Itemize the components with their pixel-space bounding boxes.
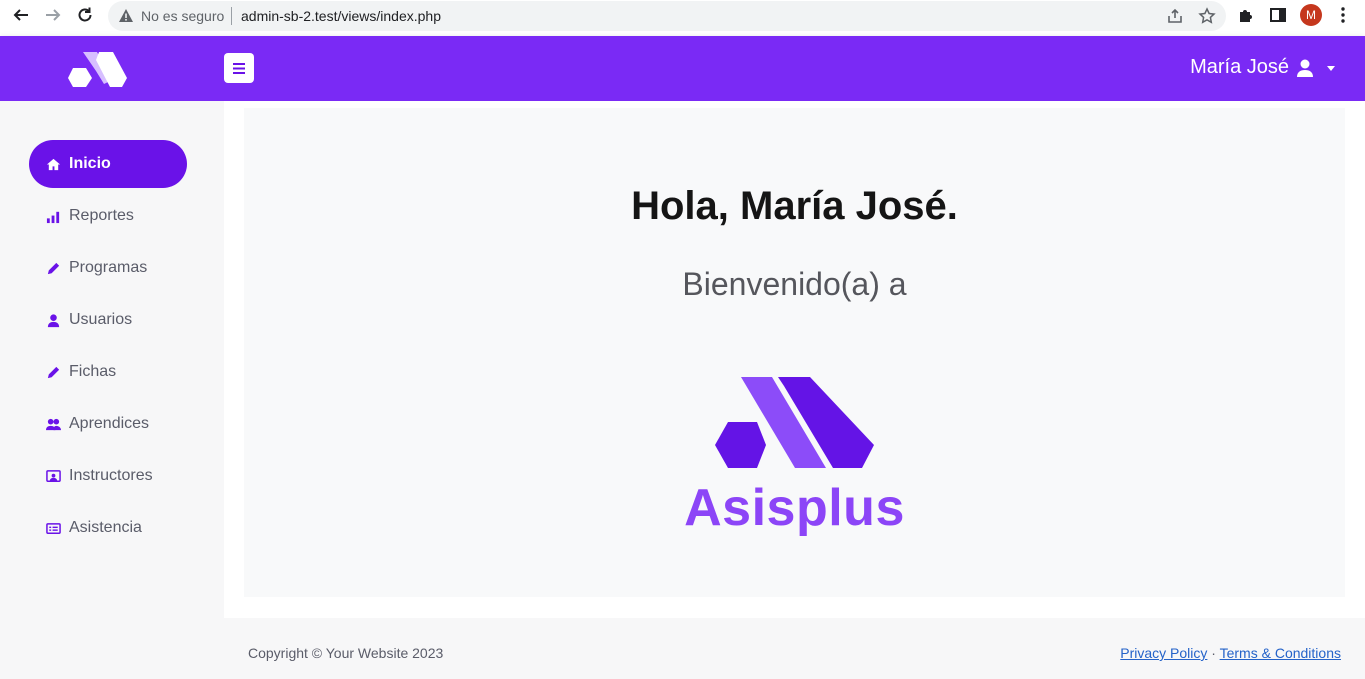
- security-label[interactable]: No es seguro: [141, 8, 224, 24]
- puzzle-icon: [1240, 10, 1252, 22]
- pencil-icon: [45, 364, 61, 380]
- user-icon: [1297, 59, 1313, 77]
- sidebar-item-label: Programas: [69, 259, 148, 276]
- sidebar-item-label: Instructores: [69, 467, 153, 484]
- url-text[interactable]: admin-sb-2.test/views/index.php: [241, 8, 441, 24]
- back-button[interactable]: [10, 4, 32, 26]
- omnibox-separator: [231, 7, 232, 25]
- share-icon[interactable]: [1166, 7, 1184, 25]
- sidebar-item-instructores[interactable]: Instructores: [29, 452, 187, 500]
- side-panel-button[interactable]: [1268, 5, 1288, 25]
- privacy-policy-link[interactable]: Privacy Policy: [1120, 645, 1207, 661]
- sidebar-item-label: Reportes: [69, 207, 134, 224]
- home-icon: [45, 156, 61, 172]
- copyright-text: Copyright © Your Website 2023: [248, 645, 444, 661]
- menu-bars-icon: [233, 62, 245, 74]
- sidebar: Inicio Reportes Programas Usuarios Ficha…: [0, 101, 224, 679]
- side-panel-icon: [1270, 8, 1286, 22]
- sidebar-item-programas[interactable]: Programas: [29, 244, 187, 292]
- browser-toolbar: No es seguro admin-sb-2.test/views/index…: [0, 0, 1365, 36]
- pencil-icon: [45, 260, 61, 276]
- browser-menu-button[interactable]: [1333, 5, 1353, 25]
- user-name: María José: [1190, 56, 1289, 78]
- sidebar-item-label: Asistencia: [69, 519, 142, 536]
- footer: Copyright © Your Website 2023 Privacy Po…: [224, 618, 1365, 679]
- brand-name: Asisplus: [684, 479, 905, 537]
- arrow-left-icon: [13, 9, 28, 21]
- greeting-heading: Hola, María José.: [631, 184, 958, 228]
- bookmark-star-icon[interactable]: [1198, 7, 1216, 25]
- profile-avatar[interactable]: M: [1300, 4, 1322, 26]
- footer-separator: ·: [1211, 645, 1216, 661]
- extensions-button[interactable]: [1236, 5, 1256, 25]
- arrow-right-icon: [46, 9, 61, 21]
- welcome-text: Bienvenido(a) a: [682, 266, 907, 302]
- kebab-menu-icon: [1341, 7, 1345, 23]
- user-icon: [45, 312, 61, 328]
- id-card-icon: [45, 520, 61, 536]
- sidebar-item-asistencia[interactable]: Asistencia: [29, 504, 187, 552]
- topbar: María José: [0, 36, 1365, 101]
- forward-button[interactable]: [42, 4, 64, 26]
- footer-links: Privacy Policy · Terms & Conditions: [1120, 645, 1341, 661]
- sidebar-item-fichas[interactable]: Fichas: [29, 348, 187, 396]
- sidebar-item-usuarios[interactable]: Usuarios: [29, 296, 187, 344]
- sidebar-item-label: Aprendices: [69, 415, 150, 432]
- sidebar-item-reportes[interactable]: Reportes: [29, 192, 187, 240]
- welcome-card: Hola, María José. Bienvenido(a) a Asispl…: [244, 108, 1345, 597]
- reload-icon: [78, 7, 92, 22]
- address-bar[interactable]: No es seguro admin-sb-2.test/views/index…: [108, 1, 1226, 31]
- users-icon: [45, 416, 61, 432]
- brand-logo[interactable]: [66, 51, 128, 87]
- sidebar-item-aprendices[interactable]: Aprendices: [29, 400, 187, 448]
- sidebar-item-label: Fichas: [69, 363, 117, 380]
- terms-link[interactable]: Terms & Conditions: [1220, 645, 1341, 661]
- sidebar-item-label: Inicio: [69, 155, 111, 172]
- sidebar-item-label: Usuarios: [69, 311, 133, 328]
- reload-button[interactable]: [74, 4, 96, 26]
- chalkboard-teacher-icon: [45, 468, 61, 484]
- asisplus-logo: [715, 377, 874, 468]
- sidebar-item-inicio[interactable]: Inicio: [29, 140, 187, 188]
- sidebar-toggle-button[interactable]: [224, 53, 254, 83]
- bar-chart-icon: [45, 208, 61, 224]
- user-dropdown[interactable]: María José: [1190, 56, 1335, 79]
- caret-down-icon: [1327, 66, 1335, 71]
- warning-icon: [119, 9, 133, 22]
